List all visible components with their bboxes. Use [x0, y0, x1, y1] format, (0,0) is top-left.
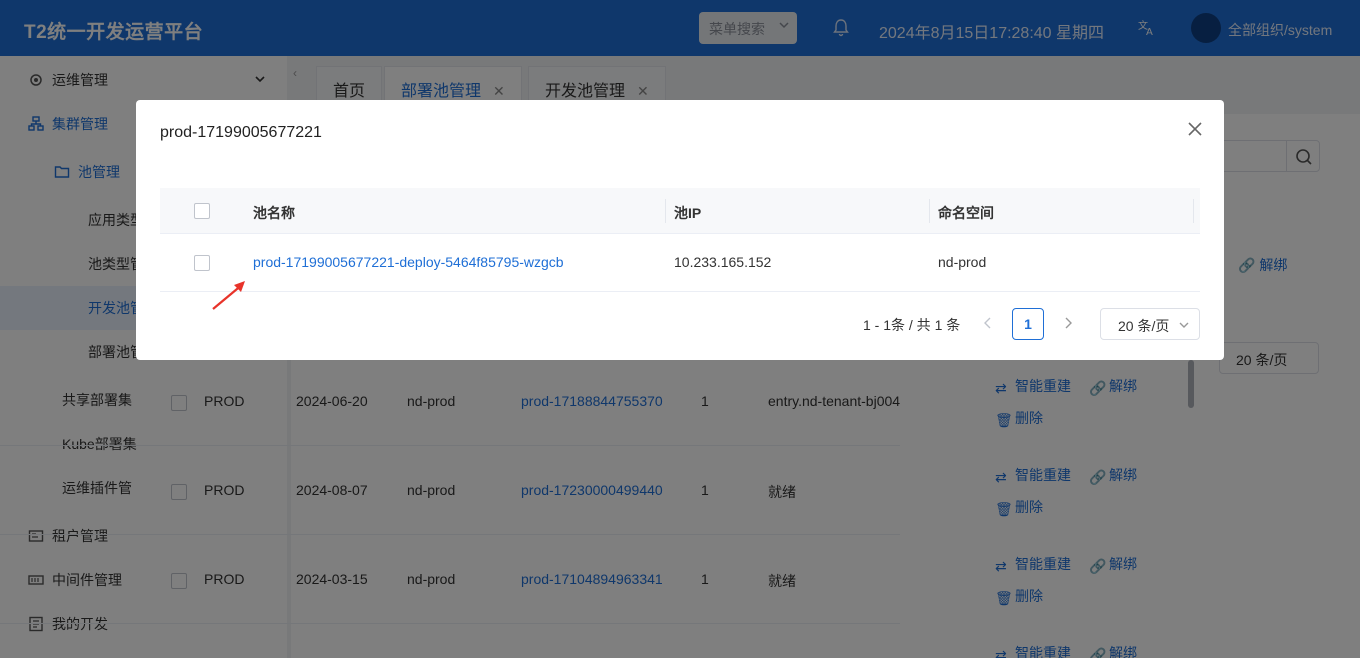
namespace-cell: nd-prod: [938, 254, 987, 270]
table-header: 池名称 池IP 命名空间: [160, 188, 1200, 234]
column-header-name: 池名称: [253, 205, 295, 221]
page-1-button[interactable]: 1: [1012, 308, 1044, 340]
page-size-select[interactable]: 20 条/页: [1100, 308, 1200, 340]
pool-ip-cell: 10.233.165.152: [674, 254, 772, 270]
row-checkbox[interactable]: [194, 255, 210, 271]
annotation-arrow-icon: [212, 281, 245, 310]
pool-detail-modal: prod-17199005677221 池名称 池IP 命名空间 prod-17…: [136, 100, 1224, 360]
page-size-label: 20 条/页: [1118, 318, 1170, 334]
modal-title: prod-17199005677221: [160, 124, 322, 141]
pool-name-link[interactable]: prod-17199005677221-deploy-5464f85795-wz…: [253, 254, 564, 270]
select-all-checkbox[interactable]: [194, 203, 210, 219]
chevron-right-icon[interactable]: [1062, 316, 1074, 330]
close-icon[interactable]: [1186, 120, 1204, 138]
column-header-ip: 池IP: [674, 205, 702, 221]
column-header-namespace: 命名空间: [938, 205, 994, 221]
column-divider: [665, 199, 666, 223]
column-divider: [1193, 199, 1194, 223]
pagination-total: 1 - 1条 / 共 1 条: [863, 317, 961, 333]
chevron-down-icon: [1179, 322, 1189, 328]
table-row: prod-17199005677221-deploy-5464f85795-wz…: [160, 234, 1200, 292]
column-divider: [929, 199, 930, 223]
chevron-left-icon[interactable]: [982, 316, 994, 330]
